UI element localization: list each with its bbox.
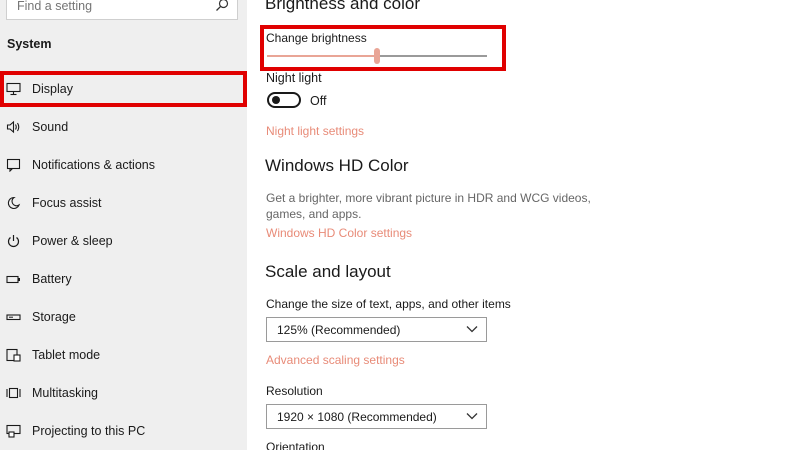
night-light-label: Night light: [266, 71, 322, 85]
sidebar-item-label: Multitasking: [32, 386, 98, 400]
scale-dropdown-value: 125% (Recommended): [277, 323, 401, 337]
power-icon: [7, 235, 20, 248]
orientation-label: Orientation: [266, 440, 325, 450]
sidebar-item-focus-assist[interactable]: Focus assist: [0, 186, 247, 220]
sidebar-item-label: Notifications & actions: [32, 158, 155, 172]
hd-color-settings-link[interactable]: Windows HD Color settings: [266, 226, 412, 240]
sidebar-item-tablet-mode[interactable]: Tablet mode: [0, 338, 247, 372]
sidebar: System Display Sound Noti: [0, 0, 247, 450]
hd-color-title: Windows HD Color: [265, 156, 409, 175]
night-light-settings-link[interactable]: Night light settings: [266, 124, 364, 138]
sidebar-item-battery[interactable]: Battery: [0, 262, 247, 296]
sidebar-item-label: Tablet mode: [32, 348, 101, 362]
night-light-state: Off: [310, 94, 327, 108]
brightness-slider-thumb[interactable]: [374, 48, 380, 64]
sidebar-item-label: Battery: [32, 272, 72, 286]
section-title: System: [7, 37, 52, 51]
brightness-slider-fill: [267, 55, 377, 57]
notification-icon: [6, 158, 21, 172]
tablet-icon: [6, 348, 21, 362]
sidebar-item-display[interactable]: Display: [0, 72, 247, 106]
search-icon[interactable]: [215, 0, 229, 12]
resolution-dropdown-value: 1920 × 1080 (Recommended): [277, 410, 437, 424]
hd-color-description: Get a brighter, more vibrant picture in …: [266, 191, 591, 221]
monitor-icon: [6, 82, 21, 96]
scale-dropdown[interactable]: 125% (Recommended): [266, 317, 487, 342]
sidebar-item-power-sleep[interactable]: Power & sleep: [0, 224, 247, 258]
chevron-down-icon: [466, 326, 478, 333]
toggle-knob: [272, 96, 280, 104]
resolution-dropdown[interactable]: 1920 × 1080 (Recommended): [266, 404, 487, 429]
scale-layout-title: Scale and layout: [265, 262, 391, 281]
sidebar-item-storage[interactable]: Storage: [0, 300, 247, 334]
sidebar-item-label: Focus assist: [32, 196, 102, 210]
brightness-section-title: Brightness and color: [265, 0, 420, 13]
multitasking-icon: [6, 387, 21, 399]
sidebar-item-label: Projecting to this PC: [32, 424, 146, 438]
brightness-slider[interactable]: [267, 48, 487, 64]
sidebar-item-label: Storage: [32, 310, 76, 324]
search-box[interactable]: [6, 0, 238, 20]
search-input[interactable]: [17, 0, 207, 13]
advanced-scaling-link[interactable]: Advanced scaling settings: [266, 353, 405, 367]
speaker-icon: [6, 120, 20, 134]
sidebar-item-label: Sound: [32, 120, 69, 134]
sidebar-item-multitasking[interactable]: Multitasking: [0, 376, 247, 410]
resolution-label: Resolution: [266, 384, 323, 398]
main-panel: Brightness and color Change brightness N…: [247, 0, 800, 450]
settings-window: System Display Sound Noti: [0, 0, 800, 450]
chevron-down-icon: [466, 413, 478, 420]
storage-icon: [6, 314, 21, 321]
projecting-icon: [6, 424, 21, 438]
brightness-label: Change brightness: [266, 31, 367, 45]
night-light-toggle[interactable]: [267, 92, 301, 108]
sidebar-item-sound[interactable]: Sound: [0, 110, 247, 144]
sidebar-item-notifications[interactable]: Notifications & actions: [0, 148, 247, 182]
sidebar-item-projecting[interactable]: Projecting to this PC: [0, 414, 247, 448]
sidebar-item-label: Power & sleep: [32, 234, 113, 248]
text-size-label: Change the size of text, apps, and other…: [266, 297, 511, 311]
sidebar-item-label: Display: [32, 82, 73, 96]
moon-icon: [7, 196, 21, 209]
battery-icon: [6, 275, 20, 284]
